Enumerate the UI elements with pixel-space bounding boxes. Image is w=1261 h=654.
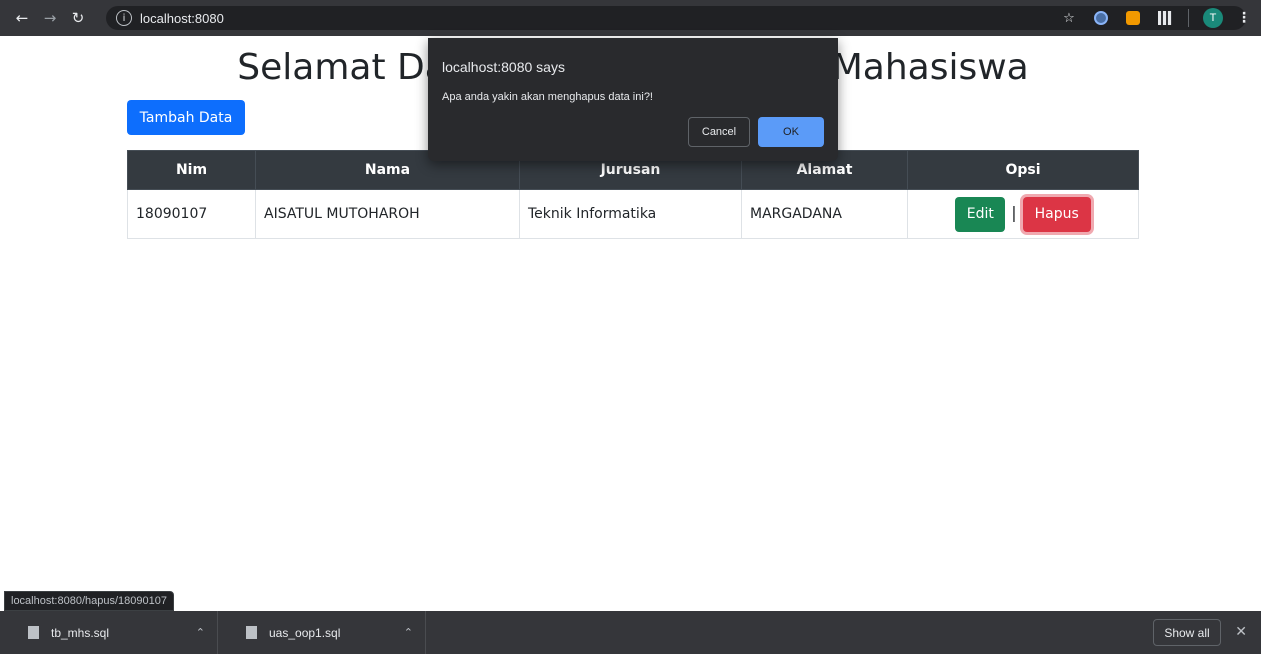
close-icon[interactable]: ✕ (1235, 624, 1247, 640)
download-shelf: tb_mhs.sql ⌃ uas_oop1.sql ⌃ Show all ✕ (0, 611, 1261, 654)
reload-icon[interactable]: ↻ (66, 6, 90, 30)
edit-button[interactable]: Edit (955, 196, 1006, 232)
mahasiswa-table: Nim Nama Jurusan Alamat Opsi 18090107 AI… (127, 150, 1139, 239)
download-item[interactable]: uas_oop1.sql ⌃ (218, 611, 426, 654)
cancel-button[interactable]: Cancel (688, 117, 750, 147)
table-row: 18090107 AISATUL MUTOHAROH Teknik Inform… (127, 189, 1139, 239)
info-icon[interactable]: i (116, 10, 132, 26)
globe-extension-icon[interactable] (1092, 9, 1110, 27)
confirm-dialog: localhost:8080 says Apa anda yakin akan … (428, 38, 838, 161)
action-separator: | (1011, 203, 1017, 222)
qr-code-icon[interactable] (1156, 9, 1174, 27)
tambah-data-button[interactable]: Tambah Data (127, 100, 245, 135)
status-url-bubble: localhost:8080/hapus/18090107 (4, 591, 174, 611)
toolbar-actions: ☆ T ⋮ (1060, 6, 1251, 30)
dialog-message: Apa anda yakin akan menghapus data ini?! (442, 91, 653, 103)
dialog-title: localhost:8080 says (442, 59, 565, 75)
file-icon (28, 626, 39, 639)
back-arrow-icon[interactable]: ← (10, 6, 34, 30)
download-filename[interactable]: tb_mhs.sql (51, 626, 109, 640)
menu-dots-icon[interactable]: ⋮ (1237, 10, 1251, 26)
ok-button[interactable]: OK (758, 117, 824, 147)
cell-opsi: Edit | Hapus (907, 189, 1139, 239)
file-icon (246, 626, 257, 639)
extension-icon[interactable] (1124, 9, 1142, 27)
forward-arrow-icon[interactable]: → (38, 6, 62, 30)
cell-alamat: MARGADANA (741, 189, 908, 239)
profile-avatar[interactable]: T (1203, 8, 1223, 28)
header-nim: Nim (127, 150, 256, 190)
chevron-up-icon[interactable]: ⌃ (404, 626, 413, 639)
download-filename[interactable]: uas_oop1.sql (269, 626, 340, 640)
chevron-up-icon[interactable]: ⌃ (196, 626, 205, 639)
header-opsi: Opsi (907, 150, 1139, 190)
dialog-actions: Cancel OK (688, 117, 824, 147)
address-url[interactable]: localhost:8080 (140, 11, 224, 26)
show-all-button[interactable]: Show all (1153, 619, 1221, 646)
download-item[interactable]: tb_mhs.sql ⌃ (0, 611, 218, 654)
cell-nama: AISATUL MUTOHAROH (255, 189, 520, 239)
cell-nim: 18090107 (127, 189, 256, 239)
star-icon[interactable]: ☆ (1060, 9, 1078, 27)
toolbar-divider (1188, 9, 1189, 27)
hapus-button[interactable]: Hapus (1022, 196, 1091, 232)
browser-toolbar: ← → ↻ i localhost:8080 ☆ T ⋮ (0, 0, 1261, 36)
cell-jurusan: Teknik Informatika (519, 189, 742, 239)
